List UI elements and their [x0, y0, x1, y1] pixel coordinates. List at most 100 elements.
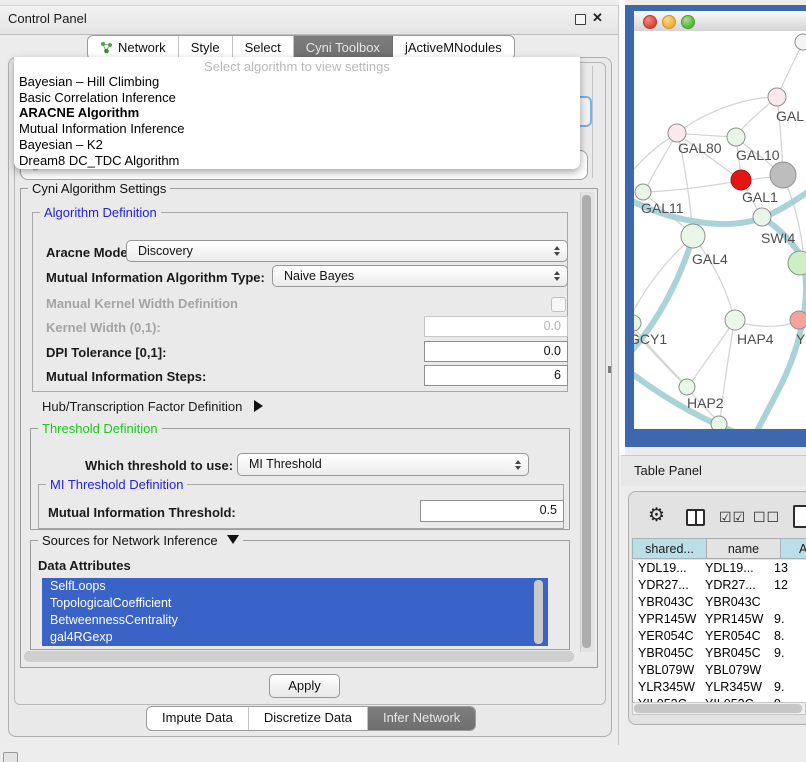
algorithm-option-dream8-dc-tdc-algorithm[interactable]: Dream8 DC_TDC Algorithm [19, 153, 575, 169]
table-cell: YDR27... [699, 577, 766, 594]
tab-jactivemnodules[interactable]: jActiveMNodules [393, 36, 514, 59]
mi-type-combo[interactable]: Naive Bayes [272, 265, 568, 287]
columns-icon[interactable] [686, 509, 705, 526]
table-horizontal-scrollbar-thumb[interactable] [634, 704, 802, 713]
table-row[interactable]: YPR145WYPR145W9. [633, 611, 806, 628]
network-edge-highlighted [756, 266, 806, 429]
attribute-item-selfloops[interactable]: SelfLoops [42, 578, 548, 595]
table-row[interactable]: YLR345WYLR345W9. [633, 679, 806, 696]
manual-kernel-checkbox[interactable] [551, 297, 566, 312]
node-label-swi4: SWI4 [761, 230, 795, 246]
node-label-gal11: GAL11 [641, 200, 684, 216]
algorithm-option-mutual-information-inference[interactable]: Mutual Information Inference [19, 121, 575, 137]
table-row[interactable]: YDR27...YDR27...12 [633, 577, 806, 594]
column-header-shared-name[interactable]: shared... [632, 538, 707, 559]
table-cell: YBR043C [633, 594, 699, 611]
import-table-icon[interactable] [793, 505, 806, 528]
network-node[interactable] [731, 170, 751, 190]
mi-type-label: Mutual Information Algorithm Type: [46, 270, 265, 285]
dock-panel-icon[interactable] [3, 752, 18, 762]
attribute-item-gal4rgexp[interactable]: gal4RGexp [42, 629, 548, 646]
aracne-mode-combo[interactable]: Discovery [126, 240, 568, 262]
gear-icon[interactable]: ⚙ [648, 504, 665, 527]
tab-network[interactable]: Network [88, 36, 179, 59]
attributes-scrollbar-thumb[interactable] [534, 580, 543, 644]
algorithm-dropdown-list: Bayesian – Hill ClimbingBasic Correlatio… [19, 74, 575, 168]
tab-label: jActiveMNodules [405, 37, 502, 59]
table-row[interactable]: YER054CYER054C8. [633, 628, 806, 645]
mi-type-value: Naive Bayes [284, 266, 567, 286]
inference-algorithm-group-border [592, 66, 593, 178]
hub-definition-expander[interactable]: Hub/Transcription Factor Definition [42, 399, 263, 414]
node-label-hap2: HAP2 [687, 395, 724, 411]
tab-select[interactable]: Select [233, 36, 294, 59]
settings-vertical-scrollbar-thumb[interactable] [582, 195, 591, 648]
table-cell: 9. [766, 645, 806, 662]
algorithm-option-aracne-algorithm[interactable]: ARACNE Algorithm [19, 105, 575, 121]
float-window-icon[interactable] [575, 14, 586, 25]
screen: Control Panel ✕ NetworkStyle Select Cyni T… [0, 0, 806, 762]
splitter-handle[interactable] [608, 366, 611, 373]
network-node[interactable] [634, 315, 641, 331]
mi-steps-field[interactable]: 6 [424, 365, 568, 386]
tab-label: Select [245, 37, 281, 59]
table-row[interactable]: YBR045CYBR045C9. [633, 645, 806, 662]
node-label-gal: GAL [776, 108, 804, 124]
table-cell: YBR043C [699, 594, 766, 611]
close-traffic-light-icon[interactable] [643, 15, 657, 29]
table-row[interactable]: YDL19...YDL19...13 [633, 560, 806, 577]
column-header-clipped[interactable]: A [780, 538, 806, 559]
table-cell: 12 [766, 577, 806, 594]
tab-cyni-toolbox[interactable]: Cyni Toolbox [294, 36, 393, 59]
node-label-gal10: GAL10 [736, 147, 780, 163]
algorithm-option-bayesian-hill-climbing[interactable]: Bayesian – Hill Climbing [19, 74, 575, 90]
network-node[interactable] [727, 128, 745, 146]
close-icon[interactable]: ✕ [592, 10, 603, 26]
zoom-traffic-light-icon[interactable] [681, 15, 695, 29]
network-node[interactable] [679, 379, 695, 395]
mi-steps-label: Mutual Information Steps: [46, 369, 206, 384]
dpi-tolerance-label: DPI Tolerance [0,1]: [46, 345, 166, 360]
network-node[interactable] [788, 251, 806, 275]
algorithm-option-bayesian-k2[interactable]: Bayesian – K2 [19, 137, 575, 153]
table-cell: YLR345W [699, 679, 766, 696]
table-cell: YLR345W [633, 679, 699, 696]
attribute-item-betweennesscentrality[interactable]: BetweennessCentrality [42, 612, 548, 629]
table-cell [766, 662, 806, 679]
table-cell: 9. [766, 611, 806, 628]
minimize-traffic-light-icon[interactable] [662, 15, 676, 29]
which-threshold-combo[interactable]: MI Threshold [237, 453, 529, 476]
network-node[interactable] [681, 224, 705, 248]
network-node[interactable] [770, 162, 796, 188]
network-node[interactable] [795, 34, 806, 50]
bottom-tab-impute-data[interactable]: Impute Data [147, 707, 249, 730]
network-node[interactable] [725, 310, 745, 330]
select-all-checkboxes-icon[interactable]: ☑☑ [719, 509, 746, 526]
network-node[interactable] [635, 184, 651, 200]
tab-style[interactable]: Style [179, 36, 233, 59]
node-label-gal1: GAL1 [742, 189, 778, 205]
bottom-tab-infer-network[interactable]: Infer Network [368, 707, 475, 730]
column-header-name[interactable]: name [706, 538, 781, 559]
algorithm-dropdown: Select algorithm to view settings Bayesi… [14, 57, 580, 169]
network-node[interactable] [711, 416, 727, 429]
dpi-tolerance-field[interactable]: 0.0 [424, 341, 568, 362]
network-canvas[interactable]: GALGAL80GAL10GAL1GAL11SWI4GAL4GCY1HAP4YH… [634, 31, 806, 429]
table-row[interactable]: YBR043CYBR043C [633, 594, 806, 611]
mi-threshold-field[interactable]: 0.5 [420, 500, 564, 522]
sources-group-label[interactable]: Sources for Network Inference [38, 533, 243, 548]
table-row[interactable]: YBL079WYBL079W [633, 662, 806, 679]
settings-horizontal-scrollbar[interactable] [24, 651, 574, 662]
network-node[interactable] [753, 208, 771, 226]
apply-button[interactable]: Apply [269, 674, 340, 698]
deselect-all-checkboxes-icon[interactable]: ☐☐ [753, 509, 780, 526]
network-node[interactable] [790, 311, 806, 329]
bottom-tab-discretize-data[interactable]: Discretize Data [249, 707, 368, 730]
data-attributes-list[interactable]: SelfLoopsTopologicalCoefficientBetweenne… [42, 578, 548, 646]
node-table[interactable]: YDL19...YDL19...13YDR27...YDR27...12YBR0… [632, 560, 806, 702]
network-node[interactable] [768, 88, 786, 106]
algorithm-option-basic-correlation-inference[interactable]: Basic Correlation Inference [19, 90, 575, 106]
control-panel-title: Control Panel [8, 5, 87, 33]
kernel-width-field[interactable]: 0.0 [424, 316, 568, 337]
attribute-item-topologicalcoefficient[interactable]: TopologicalCoefficient [42, 595, 548, 612]
